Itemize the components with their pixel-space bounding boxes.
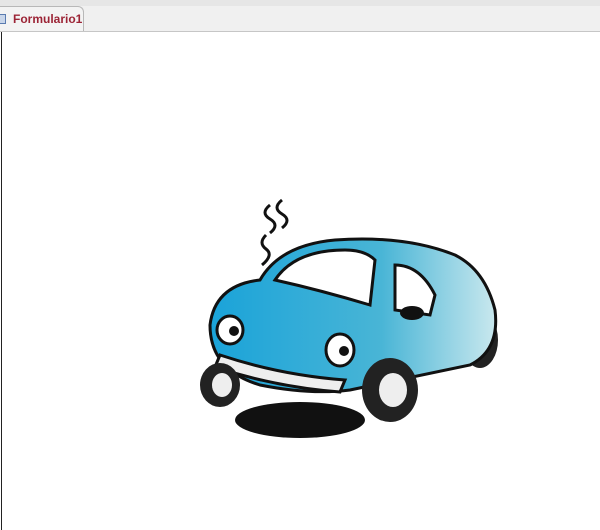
form-left-border xyxy=(1,32,2,530)
tab-label: Formulario1 xyxy=(13,12,83,26)
document-tab-bar: Formulario1 xyxy=(0,0,600,32)
tab-bar-strip xyxy=(0,0,600,6)
form-icon xyxy=(0,14,6,24)
tab-formulario1[interactable]: Formulario1 xyxy=(0,6,84,31)
car-image xyxy=(200,198,498,438)
